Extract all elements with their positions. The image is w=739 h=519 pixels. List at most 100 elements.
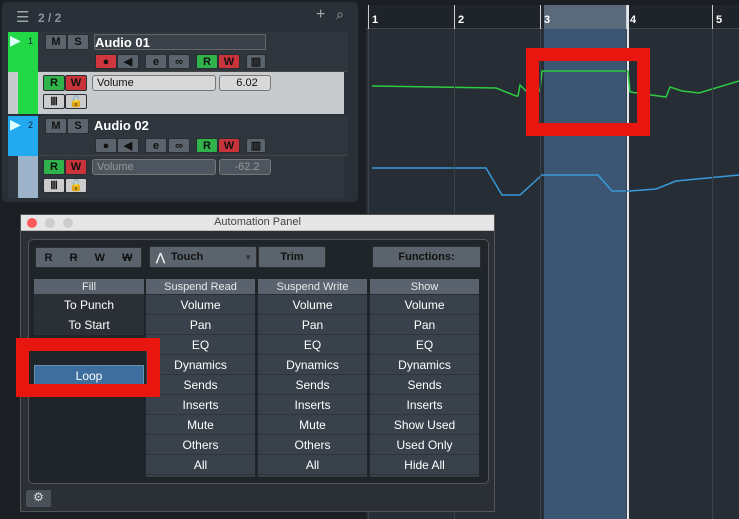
column-suspend-write: Suspend Write Volume Pan EQ Dynamics Sends Ins…	[258, 279, 367, 477]
write-all-button[interactable]: W	[95, 252, 105, 264]
automation-lane-header[interactable]: R W Ⅲ 🔓 Volume 6.02	[8, 72, 344, 114]
option-show-used[interactable]: Show Used	[370, 415, 479, 435]
bar-number: 4	[630, 14, 637, 26]
column-header: Fill	[34, 279, 144, 295]
monitor-button[interactable]: ◀	[117, 138, 139, 153]
mute-button[interactable]: M	[45, 34, 67, 50]
option-sends[interactable]: Sends	[146, 375, 255, 395]
edit-button[interactable]: e	[145, 138, 167, 153]
track-name[interactable]: Audio 01	[94, 34, 266, 50]
disable-read-button[interactable]: R	[70, 252, 78, 264]
parameter-select[interactable]: Volume	[92, 75, 216, 91]
column-header: Show	[370, 279, 479, 295]
option-inserts[interactable]: Inserts	[370, 395, 479, 415]
channel-button[interactable]: ▥	[246, 138, 266, 153]
record-enable-button[interactable]: ●	[95, 138, 117, 153]
window-title: Automation Panel	[214, 216, 301, 228]
option-pan[interactable]: Pan	[258, 315, 367, 335]
bar-gridline	[712, 5, 713, 519]
read-button[interactable]: R	[196, 54, 218, 69]
mute-button[interactable]: M	[45, 118, 67, 134]
bar-number: 2	[458, 14, 465, 26]
search-icon[interactable]: ⌕	[336, 6, 344, 23]
parameter-value[interactable]: 6.02	[219, 75, 271, 91]
add-track-icon[interactable]: +	[316, 6, 325, 24]
bar-tick	[712, 5, 713, 29]
bar-number: 5	[716, 14, 723, 26]
lane-read-button[interactable]: R	[43, 159, 65, 175]
option-mute[interactable]: Mute	[258, 415, 367, 435]
option-to-punch[interactable]: To Punch	[34, 295, 144, 315]
chevron-down-icon: ▼	[244, 252, 252, 262]
option-volume[interactable]: Volume	[146, 295, 255, 315]
highlight-box-loop-region	[526, 48, 650, 136]
write-button[interactable]: W	[218, 138, 240, 153]
lane-color-strip	[18, 156, 38, 198]
option-used-only[interactable]: Used Only	[370, 435, 479, 455]
option-others[interactable]: Others	[146, 435, 255, 455]
option-inserts[interactable]: Inserts	[258, 395, 367, 415]
disable-write-button[interactable]: W	[122, 252, 132, 264]
lane-write-button[interactable]: W	[65, 159, 87, 175]
lane-list-icon[interactable]: Ⅲ	[43, 94, 65, 109]
option-eq[interactable]: EQ	[146, 335, 255, 355]
lane-read-button[interactable]: R	[43, 75, 65, 91]
option-sends[interactable]: Sends	[370, 375, 479, 395]
lane-lock-icon[interactable]: 🔓	[65, 94, 87, 109]
read-button[interactable]: R	[196, 138, 218, 153]
solo-button[interactable]: S	[67, 34, 89, 50]
track-arrow-icon: ▶	[10, 32, 21, 48]
bar-tick	[454, 5, 455, 29]
option-dynamics[interactable]: Dynamics	[258, 355, 367, 375]
lane-lock-icon[interactable]: 🔓	[65, 178, 87, 193]
option-eq[interactable]: EQ	[258, 335, 367, 355]
bar-tick	[540, 5, 541, 29]
bar-number: 3	[544, 14, 551, 26]
link-button[interactable]: ∞	[168, 138, 190, 153]
column-show: Show Volume Pan EQ Dynamics Sends Inserts Show …	[370, 279, 479, 477]
option-volume[interactable]: Volume	[370, 295, 479, 315]
option-others[interactable]: Others	[258, 435, 367, 455]
option-pan[interactable]: Pan	[370, 315, 479, 335]
track-number: 1	[28, 36, 34, 46]
option-eq[interactable]: EQ	[370, 335, 479, 355]
parameter-select[interactable]: Volume	[92, 159, 216, 175]
channel-button[interactable]: ▥	[246, 54, 266, 69]
lane-list-icon[interactable]: Ⅲ	[43, 178, 65, 193]
track-name[interactable]: Audio 02	[94, 118, 266, 134]
highlight-box-loop-button	[16, 338, 160, 397]
track-header[interactable]: ▶ 2 M S Audio 02 ● ◀ e ∞ R W ▥	[8, 116, 348, 156]
option-all[interactable]: All	[258, 455, 367, 475]
read-all-button[interactable]: R	[45, 252, 53, 264]
option-hide-all[interactable]: Hide All	[370, 455, 479, 475]
option-mute[interactable]: Mute	[146, 415, 255, 435]
option-to-start[interactable]: To Start	[34, 315, 144, 335]
option-inserts[interactable]: Inserts	[146, 395, 255, 415]
option-all[interactable]: All	[146, 455, 255, 475]
option-dynamics[interactable]: Dynamics	[370, 355, 479, 375]
automation-mode-select[interactable]: ⋀ Touch ▼	[149, 246, 257, 268]
trim-button[interactable]: Trim	[258, 246, 326, 268]
option-dynamics[interactable]: Dynamics	[146, 355, 255, 375]
write-button[interactable]: W	[218, 54, 240, 69]
lane-write-button[interactable]: W	[65, 75, 87, 91]
option-pan[interactable]: Pan	[146, 315, 255, 335]
option-sends[interactable]: Sends	[258, 375, 367, 395]
monitor-button[interactable]: ◀	[117, 54, 139, 69]
solo-button[interactable]: S	[67, 118, 89, 134]
track-header[interactable]: ▶ 1 M S Audio 01 ● ◀ e ∞ R W ▥	[8, 32, 348, 72]
link-button[interactable]: ∞	[168, 54, 190, 69]
column-header: Suspend Read	[146, 279, 255, 295]
option-volume[interactable]: Volume	[258, 295, 367, 315]
record-enable-button[interactable]: ●	[95, 54, 117, 69]
edit-button[interactable]: e	[145, 54, 167, 69]
parameter-value[interactable]: -62.2	[219, 159, 271, 175]
settings-gear-icon[interactable]: ⚙	[26, 490, 51, 507]
track-count: 2 / 2	[38, 11, 62, 25]
automation-lane-header[interactable]: R W Ⅲ 🔓 Volume -62.2	[8, 156, 344, 198]
track-list-menu-icon[interactable]: ☰	[16, 8, 29, 26]
title-bar[interactable]: Automation Panel	[21, 215, 494, 231]
mode-value: Touch	[171, 251, 204, 263]
bar-tick	[626, 5, 627, 29]
functions-button[interactable]: Functions:	[372, 246, 481, 268]
